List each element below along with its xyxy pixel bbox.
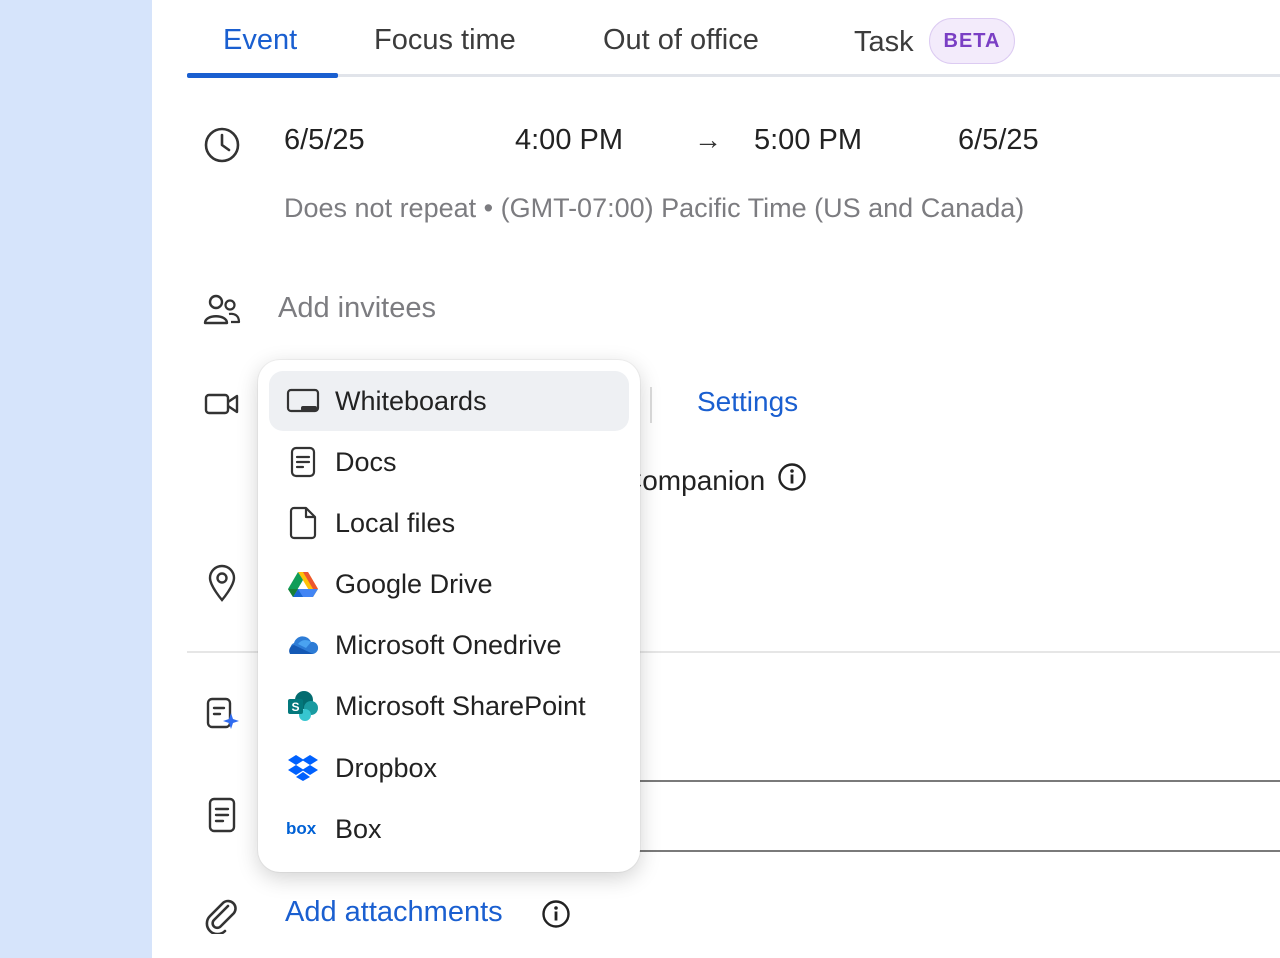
menu-item-label: Docs xyxy=(335,446,397,477)
end-date[interactable]: 6/5/25 xyxy=(958,124,1039,157)
docs-icon xyxy=(283,446,323,478)
description-field[interactable] xyxy=(560,780,1280,852)
whiteboard-icon xyxy=(283,387,323,415)
menu-item-label: Google Drive xyxy=(335,568,493,599)
start-time[interactable]: 4:00 PM xyxy=(515,124,623,157)
menu-item-sharepoint[interactable]: S Microsoft SharePoint xyxy=(269,676,629,736)
svg-text:S: S xyxy=(291,700,299,714)
tab-event[interactable]: Event xyxy=(223,18,297,62)
clock-icon xyxy=(202,125,242,165)
attachment-source-menu: Whiteboards Docs Local files Google Driv… xyxy=(258,360,640,872)
onedrive-icon xyxy=(283,634,323,656)
menu-item-google-drive[interactable]: Google Drive xyxy=(269,554,629,614)
menu-item-label: Microsoft SharePoint xyxy=(335,690,586,721)
menu-item-label: Dropbox xyxy=(335,752,438,783)
end-time[interactable]: 5:00 PM xyxy=(754,124,862,157)
paperclip-icon xyxy=(202,896,242,936)
video-divider xyxy=(650,387,652,423)
ai-notes-icon xyxy=(202,694,242,734)
menu-item-docs[interactable]: Docs xyxy=(269,432,629,492)
menu-item-label: Local files xyxy=(335,507,456,538)
menu-item-onedrive[interactable]: Microsoft Onedrive xyxy=(269,615,629,675)
people-icon xyxy=(202,290,242,330)
left-rail xyxy=(0,0,152,958)
tab-out-of-office[interactable]: Out of office xyxy=(603,18,759,62)
file-icon xyxy=(283,506,323,540)
box-icon: box xyxy=(283,820,323,838)
video-settings-link[interactable]: Settings xyxy=(697,386,798,418)
menu-item-whiteboards[interactable]: Whiteboards xyxy=(269,371,629,431)
google-drive-icon xyxy=(283,570,323,598)
add-attachments-link[interactable]: Add attachments xyxy=(285,896,503,929)
menu-item-label: Box xyxy=(335,813,382,844)
menu-item-local-files[interactable]: Local files xyxy=(269,493,629,553)
beta-badge: BETA xyxy=(929,18,1015,64)
active-tab-indicator xyxy=(187,73,338,78)
arrow-right-icon: → xyxy=(694,124,722,155)
start-date[interactable]: 6/5/25 xyxy=(284,124,365,157)
tab-bar-underline xyxy=(187,74,1280,77)
attachments-info-icon[interactable] xyxy=(541,899,571,934)
dropbox-icon xyxy=(283,754,323,782)
menu-item-label: Whiteboards xyxy=(335,385,487,416)
tab-task[interactable]: Task xyxy=(854,20,914,64)
companion-label: Companion xyxy=(622,464,766,496)
menu-item-label: Microsoft Onedrive xyxy=(335,629,562,660)
menu-item-dropbox[interactable]: Dropbox xyxy=(269,738,629,798)
tab-focus-time[interactable]: Focus time xyxy=(374,18,516,62)
info-icon[interactable] xyxy=(777,462,807,499)
companion-option[interactable]: Companion xyxy=(622,462,807,499)
location-pin-icon xyxy=(202,563,242,603)
svg-text:box: box xyxy=(286,820,317,838)
add-invitees-input[interactable]: Add invitees xyxy=(278,292,436,325)
description-icon xyxy=(202,795,242,835)
repeat-timezone[interactable]: Does not repeat • (GMT-07:00) Pacific Ti… xyxy=(284,193,1024,224)
video-camera-icon xyxy=(202,384,242,424)
sharepoint-icon: S xyxy=(283,690,323,722)
menu-item-box[interactable]: box Box xyxy=(269,799,629,859)
